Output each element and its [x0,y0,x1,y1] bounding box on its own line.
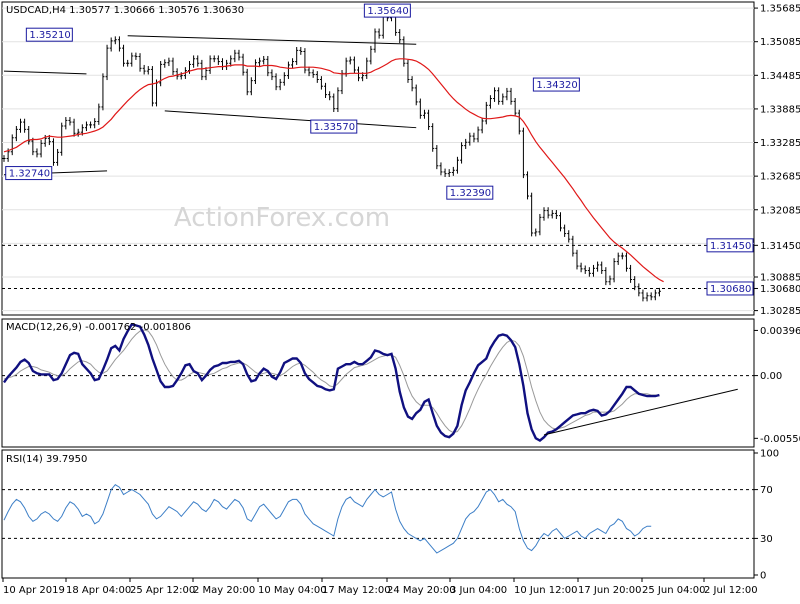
price-label-text: 1.30680 [710,284,751,295]
rsi-y-tick-label: 100 [760,449,779,460]
price-y-tick-label: 1.35685 [760,4,800,15]
price-y-tick-label: 1.32685 [760,172,800,183]
macd-y-tick-label: 0.00 [760,371,782,382]
rsi-y-tick-label: 30 [760,534,773,545]
price-label-text: 1.35210 [29,30,70,41]
chart-background [0,0,800,600]
x-tick-label: 17 May 12:00 [322,585,391,596]
price-y-tick-label: 1.34485 [760,71,800,82]
x-tick-label: 10 Jun 12:00 [514,585,578,596]
price-y-tick-label: 1.30285 [760,306,800,317]
watermark: ActionForex.com [174,203,390,233]
macd-y-tick-label: 0.003961 [760,326,800,337]
macd-title: MACD(12,26,9) -0.001762 -0.001806 [6,322,191,333]
macd-y-tick-label: -0.005503 [760,434,800,445]
x-tick-label: 18 Apr 04:00 [66,585,131,596]
rsi-title: RSI(14) 39.7950 [6,454,87,465]
price-y-tick-label: 1.33885 [760,104,800,115]
price-y-tick-label: 1.32085 [760,205,800,216]
usdcad-chart: ActionForex.com 1.35210 1.32740 1.33570 1.3… [0,0,800,600]
x-tick-label: 2 Jul 12:00 [704,585,758,596]
price-y-tick-label: 1.30680 [760,284,800,295]
price-label-text: 1.31450 [710,241,751,252]
x-tick-label: 10 May 04:00 [258,585,327,596]
x-tick-label: 25 Apr 12:00 [130,585,195,596]
price-y-tick-label: 1.33285 [760,138,800,149]
x-tick-label: 17 Jun 20:00 [578,585,642,596]
x-tick-label: 3 Jun 04:00 [450,585,507,596]
price-label-text: 1.32390 [450,188,491,199]
rsi-y-tick-label: 0 [760,571,766,582]
chart-root: ActionForex.com 1.35210 1.32740 1.33570 1.3… [0,0,800,600]
price-label-text: 1.34320 [536,80,577,91]
rsi-y-tick-label: 70 [760,485,773,496]
price-y-tick-label: 1.31450 [760,241,800,252]
price-label-text: 1.32740 [9,169,50,180]
price-y-tick-label: 1.30885 [760,272,800,283]
ohlc-header: USDCAD,H4 1.30577 1.30666 1.30576 1.3063… [6,5,244,16]
price-label-text: 1.33570 [314,122,355,133]
price-y-tick-label: 1.35085 [760,37,800,48]
x-tick-label: 10 Apr 2019 [3,585,65,596]
price-label-text: 1.35640 [367,6,408,17]
x-tick-label: 25 Jun 04:00 [642,585,706,596]
x-tick-label: 24 May 20:00 [387,585,456,596]
x-tick-label: 2 May 20:00 [193,585,255,596]
